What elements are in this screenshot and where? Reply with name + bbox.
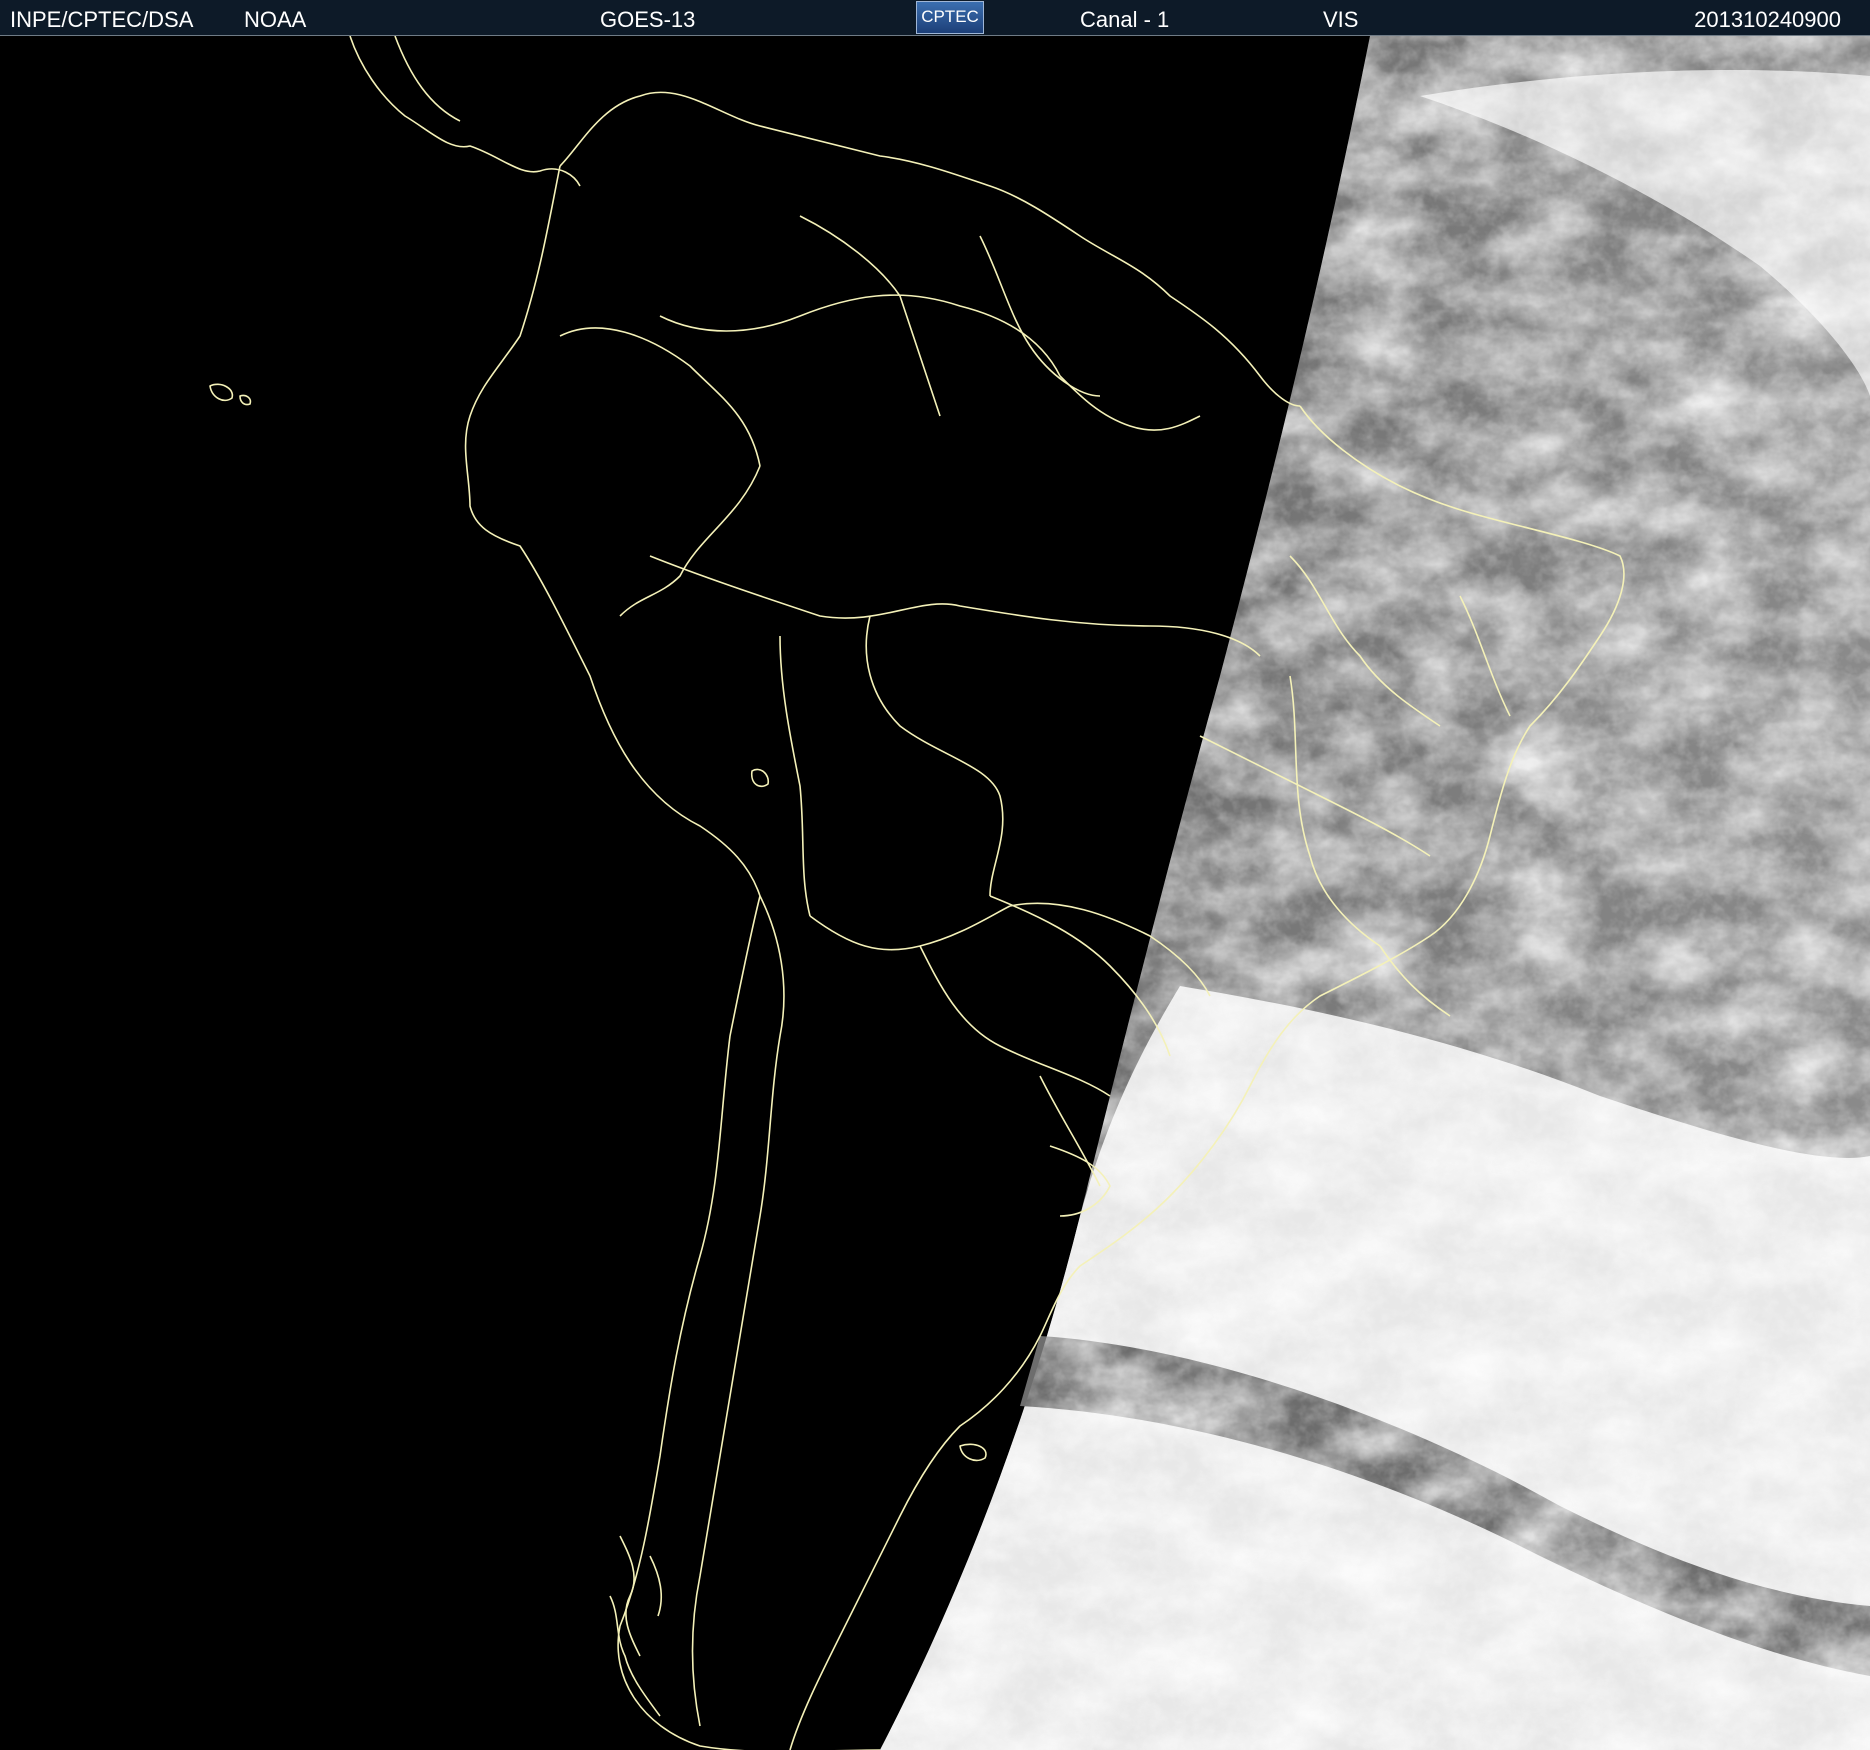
source-label: NOAA [244, 7, 307, 32]
satellite-image [0, 36, 1870, 1750]
band-label: VIS [1323, 7, 1359, 32]
header-bar: INPE/CPTEC/DSA NOAA GOES-13 CPTEC Canal … [0, 0, 1870, 36]
channel-label: Canal - 1 [1080, 7, 1170, 32]
agency-label: INPE/CPTEC/DSA [10, 7, 194, 32]
cptec-logo-text: CPTEC [921, 7, 979, 26]
cptec-logo: CPTEC [916, 1, 984, 34]
timestamp-label: 201310240900 [1694, 7, 1841, 32]
satellite-label: GOES-13 [600, 7, 696, 32]
